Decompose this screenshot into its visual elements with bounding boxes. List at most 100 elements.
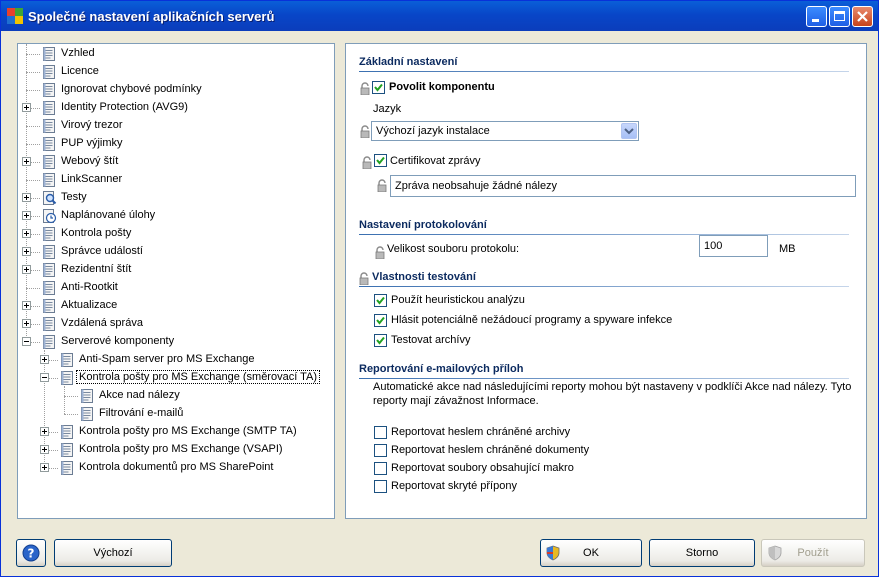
expand-icon[interactable] — [22, 193, 31, 202]
certify-text-value: Zpráva neobsahuje žádné nálezy — [395, 180, 558, 192]
lock-icon[interactable] — [375, 246, 385, 259]
option-checkbox[interactable] — [374, 462, 387, 475]
tree-item[interactable]: Aktualizace — [18, 297, 334, 315]
option-checkbox[interactable] — [374, 314, 387, 327]
scan-properties-divider — [359, 286, 849, 287]
title-bar[interactable]: Společné nastavení aplikačních serverů — [1, 1, 878, 31]
reporting-description-line2: reporty mají závažnost Informace. — [373, 395, 539, 407]
tree-item[interactable]: Rezidentní štít — [18, 261, 334, 279]
tree-item-label: Kontrola pošty pro MS Exchange (SMTP TA) — [79, 425, 297, 437]
check-icon — [376, 336, 385, 345]
tree-item[interactable]: Kontrola pošty pro MS Exchange (směrovac… — [18, 369, 334, 387]
tree-item[interactable]: Vzhled — [18, 45, 334, 63]
default-button[interactable]: Výchozí — [54, 539, 172, 567]
tree-item[interactable]: Serverové komponenty — [18, 333, 334, 351]
expand-icon[interactable] — [22, 157, 31, 166]
collapse-icon[interactable] — [40, 373, 49, 382]
expand-icon[interactable] — [22, 301, 31, 310]
option-checkbox[interactable] — [374, 444, 387, 457]
lock-icon[interactable] — [360, 125, 370, 138]
ok-button[interactable]: OK — [540, 539, 642, 567]
tree-item[interactable]: Kontrola pošty — [18, 225, 334, 243]
expand-icon[interactable] — [22, 265, 31, 274]
tree-item[interactable]: Virový trezor — [18, 117, 334, 135]
tree-item[interactable]: Akce nad nálezy — [18, 387, 334, 405]
tree-item-label: Vzhled — [61, 47, 95, 59]
tree-item[interactable]: Vzdálená správa — [18, 315, 334, 333]
language-label: Jazyk — [373, 103, 402, 115]
expand-icon[interactable] — [22, 319, 31, 328]
expand-icon[interactable] — [40, 427, 49, 436]
tree-item[interactable]: Identity Protection (AVG9) — [18, 99, 334, 117]
check-icon — [374, 83, 383, 92]
document-icon — [41, 100, 57, 116]
document-icon — [41, 46, 57, 62]
tree-item-label: Ignorovat chybové podmínky — [61, 83, 202, 95]
document-icon — [41, 64, 57, 80]
option-checkbox[interactable] — [374, 480, 387, 493]
tree-item-label: Aktualizace — [61, 299, 118, 311]
option-checkbox[interactable] — [374, 294, 387, 307]
certify-text-input[interactable]: Zpráva neobsahuje žádné nálezy — [390, 175, 856, 197]
expand-icon[interactable] — [40, 463, 49, 472]
tree-item[interactable]: Webový štít — [18, 153, 334, 171]
tree-item-label: Filtrování e-mailů — [99, 407, 184, 419]
settings-tree[interactable]: Vzhled Licence Ignorovat chybové podmínky I… — [17, 43, 335, 519]
tree-item[interactable]: Anti-Rootkit — [18, 279, 334, 297]
tree-item[interactable]: Správce událostí — [18, 243, 334, 261]
lock-icon[interactable] — [362, 156, 372, 169]
lock-icon[interactable] — [359, 272, 369, 285]
help-button[interactable]: ? — [16, 539, 46, 567]
lock-icon[interactable] — [360, 82, 370, 95]
expand-icon[interactable] — [22, 211, 31, 220]
tree-item-label: Anti-Spam server pro MS Exchange — [79, 353, 255, 365]
option-label: Testovat archívy — [391, 334, 471, 346]
option-checkbox[interactable] — [374, 426, 387, 439]
expand-icon[interactable] — [22, 229, 31, 238]
expand-icon[interactable] — [40, 355, 49, 364]
option-checkbox[interactable] — [374, 334, 387, 347]
apply-button[interactable]: Použít — [761, 539, 865, 567]
tree-item-label: Kontrola pošty pro MS Exchange (směrovac… — [75, 370, 321, 384]
tree-item[interactable]: Ignorovat chybové podmínky — [18, 81, 334, 99]
tree-item-label: Webový štít — [61, 155, 119, 167]
tree-item[interactable]: Testy — [18, 189, 334, 207]
dropdown-button[interactable] — [621, 123, 637, 139]
document-icon — [59, 370, 75, 386]
collapse-icon[interactable] — [22, 337, 31, 346]
option-label: Použít heuristickou analýzu — [391, 294, 525, 306]
document-icon — [41, 298, 57, 314]
check-icon — [376, 156, 385, 165]
certify-messages-checkbox[interactable] — [374, 154, 387, 167]
expand-icon[interactable] — [22, 103, 31, 112]
tree-item[interactable]: Filtrování e-mailů — [18, 405, 334, 423]
tree-item[interactable]: Naplánované úlohy — [18, 207, 334, 225]
tree-item-label: Identity Protection (AVG9) — [61, 101, 188, 113]
tree-item[interactable]: Licence — [18, 63, 334, 81]
tree-item[interactable]: Kontrola pošty pro MS Exchange (SMTP TA) — [18, 423, 334, 441]
tree-item[interactable]: Kontrola pošty pro MS Exchange (VSAPI) — [18, 441, 334, 459]
tree-item[interactable]: PUP výjimky — [18, 135, 334, 153]
option-label: Reportovat heslem chráněné dokumenty — [391, 444, 590, 456]
panel-splitter[interactable] — [334, 43, 344, 517]
lock-icon[interactable] — [377, 179, 387, 192]
tree-item-label: Virový trezor — [61, 119, 123, 131]
minimize-button[interactable] — [806, 6, 827, 27]
document-icon — [41, 172, 57, 188]
log-size-input[interactable]: 100 — [699, 235, 768, 257]
log-size-value: 100 — [704, 240, 723, 252]
close-button[interactable] — [852, 6, 873, 27]
document-icon — [59, 424, 75, 440]
language-select[interactable]: Výchozí jazyk instalace — [371, 121, 639, 141]
expand-icon[interactable] — [40, 445, 49, 454]
tree-item[interactable]: Kontrola dokumentů pro MS SharePoint — [18, 459, 334, 477]
maximize-button[interactable] — [829, 6, 850, 27]
expand-icon[interactable] — [22, 247, 31, 256]
cancel-button[interactable]: Storno — [649, 539, 755, 567]
reporting-description-line1: Automatické akce nad následujícími repor… — [373, 381, 852, 393]
maximize-icon — [834, 11, 845, 21]
tree-item[interactable]: LinkScanner — [18, 171, 334, 189]
tree-item[interactable]: Anti-Spam server pro MS Exchange — [18, 351, 334, 369]
reporting-title: Reportování e-mailových příloh — [359, 363, 524, 375]
enable-component-checkbox[interactable] — [372, 81, 385, 94]
